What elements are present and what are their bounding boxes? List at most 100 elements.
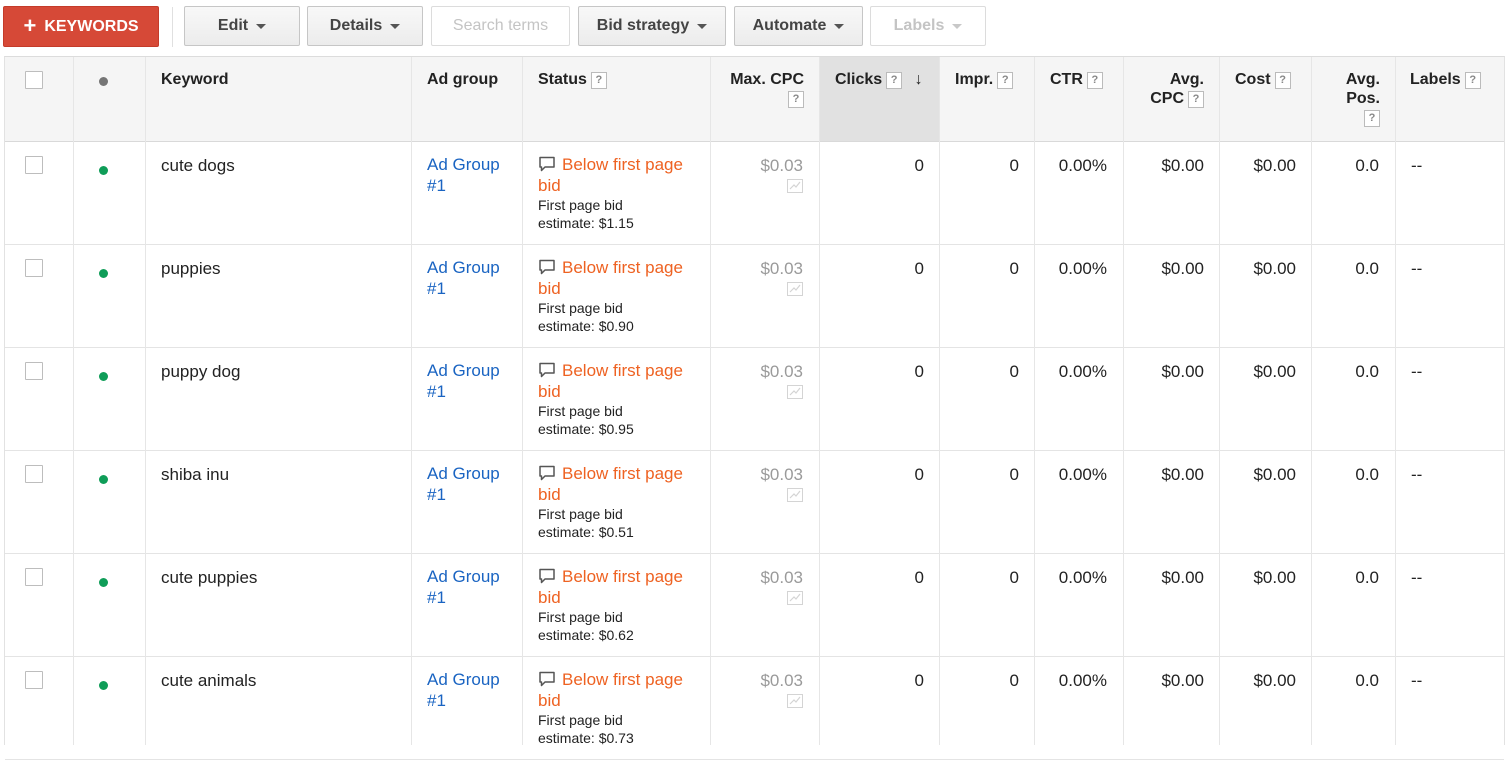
impr-header[interactable]: Impr.? [955, 57, 1035, 141]
avg-cpc-value: $0.00 [1161, 568, 1204, 587]
keyword-text[interactable]: cute puppies [161, 567, 257, 588]
enabled-status-icon [99, 578, 108, 587]
status-header-label: Status [538, 71, 587, 88]
help-icon[interactable]: ? [1364, 110, 1380, 127]
row-checkbox[interactable] [25, 156, 43, 174]
help-icon[interactable]: ? [788, 91, 804, 108]
ctr-header[interactable]: CTR? [1050, 57, 1125, 141]
help-icon[interactable]: ? [1086, 72, 1103, 89]
column-divider [1123, 57, 1124, 745]
help-icon[interactable]: ? [1188, 91, 1204, 108]
keyword-text[interactable]: cute dogs [161, 155, 235, 176]
ad-group-link[interactable]: Ad Group #1 [427, 566, 500, 608]
bid-simulator-icon[interactable] [787, 591, 803, 605]
avg-pos-header-label-2: Pos. [1346, 90, 1380, 107]
speech-bubble-icon [539, 362, 555, 378]
ad-group-link[interactable]: Ad Group #1 [427, 154, 500, 196]
max-cpc-value[interactable]: $0.03 [711, 361, 803, 382]
status-text[interactable]: Below first page bid [538, 360, 708, 402]
first-page-bid-line-2: estimate: $0.90 [538, 318, 634, 334]
bid-simulator-icon[interactable] [787, 385, 803, 399]
keyword-text[interactable]: puppy dog [161, 361, 240, 382]
help-icon[interactable]: ? [1274, 72, 1291, 89]
status-text-line-2: bid [538, 485, 561, 504]
bid-simulator-icon[interactable] [787, 694, 803, 708]
table-row: puppies Ad Group #1 Below first page bid F… [5, 244, 1504, 348]
labels-value: -- [1411, 259, 1423, 278]
first-page-bid-line-1: First page bid [538, 712, 623, 728]
clicks-header[interactable]: Clicks? ↓ [820, 57, 940, 141]
max-cpc-value[interactable]: $0.03 [711, 155, 803, 176]
ad-group-link[interactable]: Ad Group #1 [427, 669, 500, 711]
ad-group-link[interactable]: Ad Group #1 [427, 360, 500, 402]
cost-value: $0.00 [1253, 671, 1296, 690]
help-icon[interactable]: ? [886, 72, 903, 89]
labels-value: -- [1411, 671, 1423, 690]
avg-pos-value: 0.0 [1355, 568, 1379, 587]
help-icon[interactable]: ? [997, 72, 1014, 89]
avg-pos-header[interactable]: Avg. Pos.? [1311, 57, 1380, 141]
row-checkbox[interactable] [25, 259, 43, 277]
table-row: shiba inu Ad Group #1 Below first page bid… [5, 450, 1504, 554]
keyword-header-label: Keyword [161, 71, 229, 88]
bid-simulator-icon[interactable] [787, 488, 803, 502]
table-row: puppy dog Ad Group #1 Below first page bid… [5, 347, 1504, 451]
cost-value: $0.00 [1253, 568, 1296, 587]
status-text[interactable]: Below first page bid [538, 463, 708, 505]
ad-group-link-line-1: Ad Group [427, 670, 500, 689]
help-icon[interactable]: ? [590, 72, 607, 89]
row-checkbox[interactable] [25, 568, 43, 586]
max-cpc-value[interactable]: $0.03 [711, 258, 803, 279]
max-cpc-value[interactable]: $0.03 [711, 464, 803, 485]
avg-cpc-value: $0.00 [1161, 671, 1204, 690]
search-terms-button[interactable]: Search terms [431, 6, 570, 46]
cost-value: $0.00 [1253, 465, 1296, 484]
column-divider [1311, 57, 1312, 745]
labels-header-label: Labels [1410, 71, 1461, 88]
keyword-header[interactable]: Keyword [161, 57, 401, 141]
avg-cpc-header[interactable]: Avg. CPC? [1125, 57, 1204, 141]
row-checkbox[interactable] [25, 362, 43, 380]
table-row: cute dogs Ad Group #1 Below first page bid… [5, 141, 1504, 245]
keyword-text[interactable]: shiba inu [161, 464, 229, 485]
status-text-line-2: bid [538, 382, 561, 401]
ad-group-header[interactable]: Ad group [427, 57, 527, 141]
automate-button[interactable]: Automate [734, 6, 863, 46]
impr-value: 0 [1009, 465, 1019, 484]
details-button[interactable]: Details [307, 6, 423, 46]
row-checkbox[interactable] [25, 465, 43, 483]
impr-header-label: Impr. [955, 71, 994, 88]
table-row: cute animals Ad Group #1 Below first page… [5, 656, 1504, 760]
bid-simulator-icon[interactable] [787, 179, 803, 193]
row-checkbox[interactable] [25, 671, 43, 689]
chevron-down-icon [256, 23, 267, 29]
add-keywords-button[interactable]: + KEYWORDS [3, 6, 159, 47]
status-text[interactable]: Below first page bid [538, 154, 708, 196]
max-cpc-value[interactable]: $0.03 [711, 567, 803, 588]
status-header[interactable]: Status? [538, 57, 708, 141]
speech-bubble-icon [539, 568, 555, 584]
avg-pos-header-label-1: Avg. [1345, 71, 1380, 88]
status-text[interactable]: Below first page bid [538, 257, 708, 299]
keyword-text[interactable]: puppies [161, 258, 221, 279]
help-icon[interactable]: ? [1464, 72, 1481, 89]
keyword-text[interactable]: cute animals [161, 670, 256, 691]
labels-button[interactable]: Labels [870, 6, 986, 46]
ad-group-link[interactable]: Ad Group #1 [427, 463, 500, 505]
status-text[interactable]: Below first page bid [538, 566, 708, 608]
cost-header[interactable]: Cost? [1235, 57, 1310, 141]
bid-simulator-icon[interactable] [787, 282, 803, 296]
select-all-checkbox[interactable] [25, 71, 43, 89]
column-divider [1034, 57, 1035, 745]
status-text-line-1: Below first page [562, 361, 683, 380]
cost-value: $0.00 [1253, 156, 1296, 175]
edit-button[interactable]: Edit [184, 6, 300, 46]
ad-group-link[interactable]: Ad Group #1 [427, 257, 500, 299]
labels-header[interactable]: Labels? [1410, 57, 1500, 141]
status-text[interactable]: Below first page bid [538, 669, 708, 711]
bid-strategy-button[interactable]: Bid strategy [578, 6, 726, 46]
ad-group-link-line-2: #1 [427, 279, 446, 298]
max-cpc-header[interactable]: Max. CPC? [711, 57, 804, 141]
max-cpc-value[interactable]: $0.03 [711, 670, 803, 691]
status-text-line-1: Below first page [562, 258, 683, 277]
